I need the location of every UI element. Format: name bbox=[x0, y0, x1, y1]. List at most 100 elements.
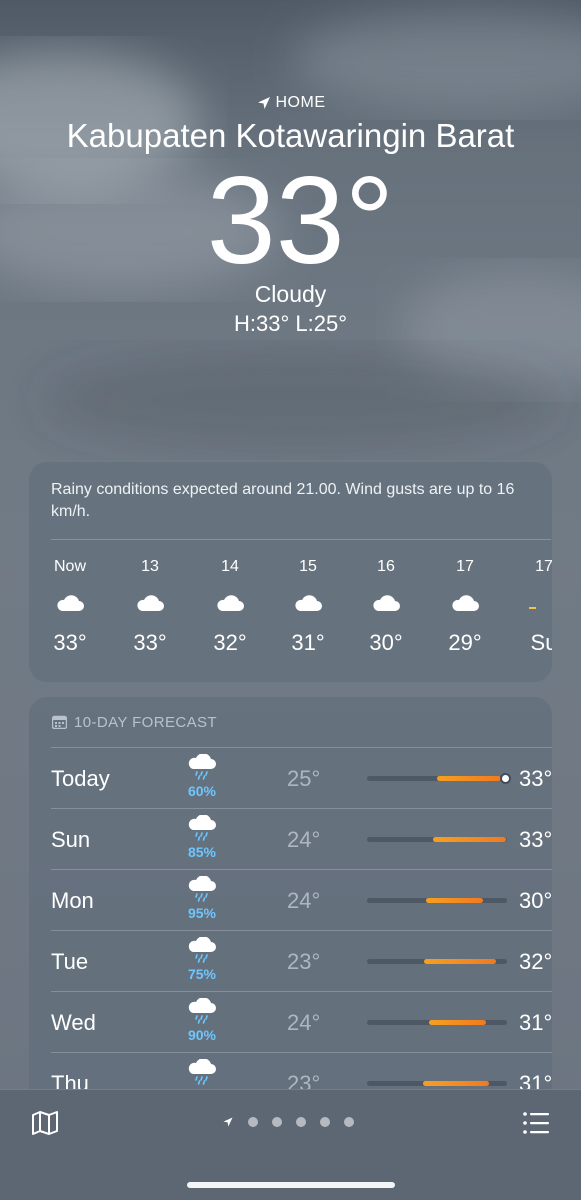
page-dot[interactable] bbox=[320, 1117, 330, 1127]
hourly-item: Now 33° bbox=[40, 540, 100, 656]
day-weather: 95% bbox=[179, 875, 225, 921]
hourly-item: 17 29° bbox=[435, 540, 495, 656]
hourly-item: 14 32° bbox=[200, 540, 260, 656]
low-temp: 25° bbox=[287, 766, 321, 791]
current-weather-header: HOME Kabupaten Kotawaringin Barat 33° Cl… bbox=[0, 92, 581, 337]
rain-cloud-icon bbox=[188, 814, 216, 841]
hour-label: 16 bbox=[377, 558, 395, 575]
hour-temp: 30° bbox=[369, 630, 403, 655]
forecast-summary: Rainy conditions expected around 21.00. … bbox=[51, 481, 515, 520]
day-label: Wed bbox=[51, 1010, 96, 1035]
page-dot[interactable] bbox=[296, 1117, 306, 1127]
home-indicator[interactable] bbox=[187, 1182, 395, 1188]
map-icon[interactable] bbox=[31, 1110, 59, 1136]
rain-cloud-icon bbox=[188, 875, 216, 902]
page-dot[interactable] bbox=[248, 1117, 258, 1127]
rain-cloud-icon bbox=[188, 936, 216, 963]
list-icon[interactable] bbox=[522, 1110, 550, 1136]
page-dot[interactable] bbox=[344, 1117, 354, 1127]
hour-label: 14 bbox=[221, 558, 239, 575]
high-temp: 30° bbox=[519, 888, 552, 913]
sunset-icon bbox=[529, 607, 536, 609]
calendar-icon bbox=[52, 715, 67, 729]
day-label: Mon bbox=[51, 888, 94, 913]
temp-range-bar bbox=[428, 1020, 486, 1025]
hourly-strip[interactable]: Now 33° 13 33° 14 32° 15 31° 16 30° 17 29° 17 Su bbox=[29, 540, 552, 682]
day-row[interactable]: Sun 85% 24° 33° bbox=[51, 808, 552, 870]
ten-day-title: 10-DAY FORECAST bbox=[29, 697, 552, 731]
high-temp: 32° bbox=[519, 949, 552, 974]
rain-cloud-icon bbox=[188, 753, 216, 780]
temp-range-bar bbox=[423, 1081, 489, 1086]
location-label-text: HOME bbox=[275, 94, 326, 111]
cloud-icon bbox=[295, 595, 322, 611]
day-label: Today bbox=[51, 766, 110, 791]
temp-range-bar bbox=[425, 898, 484, 903]
ten-day-forecast-card[interactable]: 10-DAY FORECAST Today 60% 25° 33° Sun 85% 24° 3… bbox=[29, 697, 552, 1117]
ten-day-title-text: 10-DAY FORECAST bbox=[74, 713, 217, 731]
cloud-icon bbox=[452, 595, 479, 611]
current-condition: Cloudy bbox=[254, 281, 327, 307]
page-dot[interactable] bbox=[272, 1117, 282, 1127]
day-row[interactable]: Wed 90% 24° 31° bbox=[51, 991, 552, 1053]
day-row[interactable]: Mon 95% 24° 30° bbox=[51, 869, 552, 931]
cloud-icon bbox=[217, 595, 244, 611]
hour-label: 17 bbox=[535, 558, 552, 575]
high-low: H:33° L:25° bbox=[234, 311, 347, 336]
precip-chance: 95% bbox=[187, 905, 217, 921]
day-weather: 75% bbox=[179, 936, 225, 982]
hour-temp: 32° bbox=[213, 630, 247, 655]
hour-temp: 33° bbox=[53, 630, 87, 655]
day-weather: 60% bbox=[179, 753, 225, 799]
cloud-icon bbox=[57, 595, 84, 611]
hourly-item: 13 33° bbox=[120, 540, 180, 656]
current-temp-marker bbox=[502, 775, 510, 782]
day-weather bbox=[179, 1058, 225, 1088]
precip-chance: 75% bbox=[187, 966, 217, 982]
hour-temp: 29° bbox=[448, 630, 482, 655]
hour-label: 15 bbox=[299, 558, 317, 575]
city-name: Kabupaten Kotawaringin Barat bbox=[66, 117, 515, 154]
precip-chance: 85% bbox=[187, 844, 217, 860]
hour-label: Now bbox=[53, 558, 86, 575]
location-arrow-icon[interactable] bbox=[222, 1116, 234, 1128]
precip-chance: 90% bbox=[187, 1027, 217, 1043]
low-temp: 24° bbox=[287, 827, 321, 852]
temp-range-track bbox=[367, 837, 507, 842]
hour-temp: 31° bbox=[291, 630, 325, 655]
rain-cloud-icon bbox=[188, 1058, 216, 1085]
temp-range-bar bbox=[437, 776, 502, 781]
bottom-toolbar bbox=[0, 1089, 581, 1200]
temp-range-track bbox=[367, 775, 510, 782]
temp-range-track bbox=[367, 959, 507, 964]
temp-range-track bbox=[367, 1081, 507, 1086]
high-temp: 33° bbox=[519, 766, 552, 791]
hourly-item: 17 Su bbox=[514, 540, 552, 656]
precip-chance: 60% bbox=[187, 783, 217, 799]
temp-range-track bbox=[367, 1020, 507, 1025]
day-row[interactable]: Tue 75% 23° 32° bbox=[51, 930, 552, 992]
temp-range-track bbox=[367, 898, 507, 903]
day-label: Tue bbox=[51, 949, 89, 974]
day-weather: 85% bbox=[179, 814, 225, 860]
cloud-icon bbox=[137, 595, 164, 611]
high-temp: 33° bbox=[519, 827, 552, 852]
hour-temp: 33° bbox=[133, 630, 167, 655]
current-temperature: 33° bbox=[206, 152, 395, 290]
location-label: HOME bbox=[0, 92, 581, 114]
cloud-icon bbox=[373, 595, 400, 611]
low-temp: 23° bbox=[287, 949, 321, 974]
hour-label: 17 bbox=[456, 558, 474, 575]
high-temp: 31° bbox=[519, 1010, 552, 1035]
low-temp: 24° bbox=[287, 888, 321, 913]
hourly-item: 16 30° bbox=[356, 540, 416, 656]
day-row[interactable]: Today 60% 25° 33° bbox=[51, 747, 552, 809]
hourly-forecast-card[interactable]: Rainy conditions expected around 21.00. … bbox=[29, 462, 552, 682]
hour-temp: Su bbox=[530, 630, 552, 655]
location-arrow-icon bbox=[257, 97, 270, 109]
page-indicator[interactable] bbox=[222, 1116, 354, 1128]
low-temp: 24° bbox=[287, 1010, 321, 1035]
temp-range-bar bbox=[432, 837, 506, 842]
hourly-item: 15 31° bbox=[278, 540, 338, 656]
hour-label: 13 bbox=[141, 558, 159, 575]
